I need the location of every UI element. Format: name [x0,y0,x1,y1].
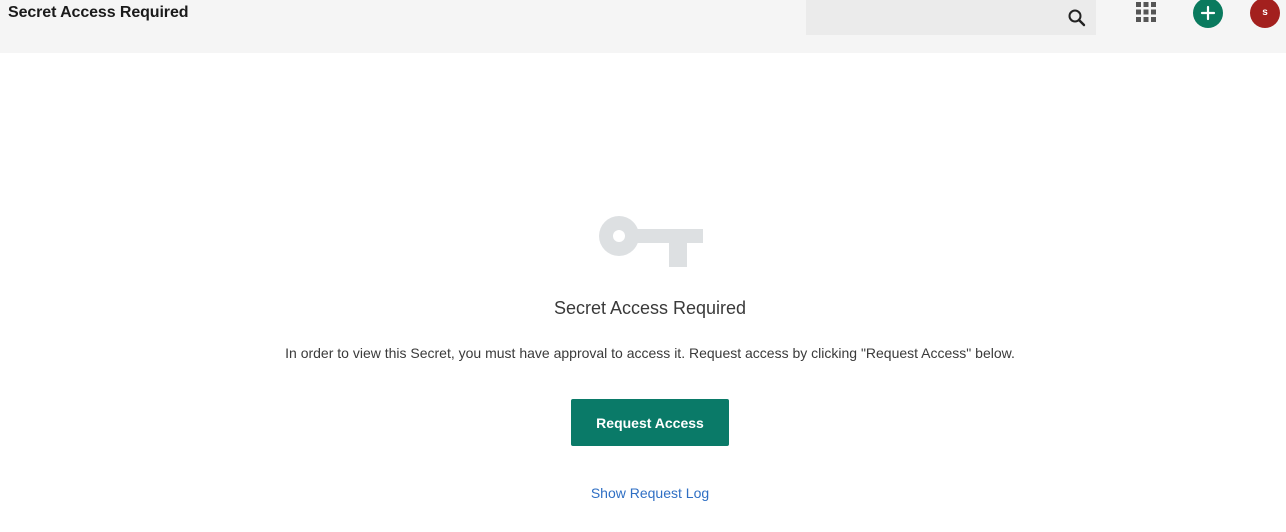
search-box[interactable] [806,0,1096,35]
add-button[interactable] [1193,0,1223,28]
show-request-log-link[interactable]: Show Request Log [591,485,709,501]
access-required-heading: Secret Access Required [553,298,747,318]
search-icon[interactable] [1066,7,1088,29]
request-log-link-row: Show Request Log [0,485,1286,501]
plus-icon [1200,5,1216,21]
top-bar: Secret Access Required s [0,0,1286,53]
request-access-button[interactable]: Request Access [571,399,729,446]
apps-grid-icon[interactable] [1136,2,1156,22]
key-icon [599,216,703,267]
page-title: Secret Access Required [8,4,189,21]
search-input[interactable] [806,0,1051,35]
avatar[interactable]: s [1250,0,1280,28]
access-required-description: In order to view this Secret, you must h… [285,345,1015,361]
